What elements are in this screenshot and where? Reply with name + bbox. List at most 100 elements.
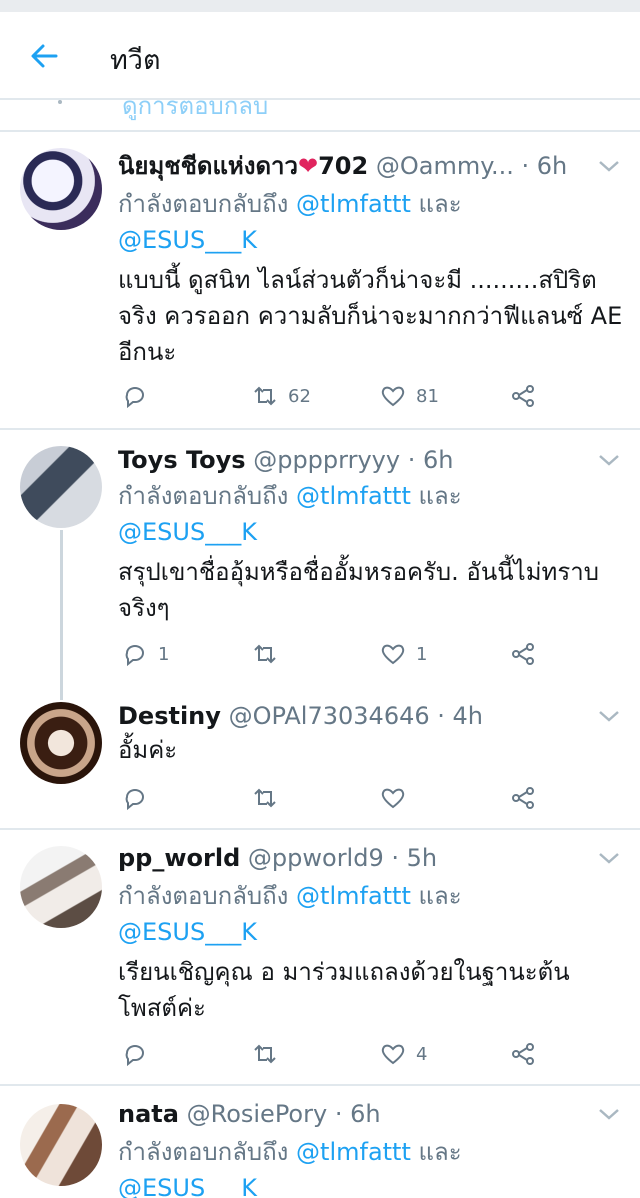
display-name[interactable]: pp_world	[118, 844, 240, 872]
tweet-header: Toys Toys @pppprryyy · 6h	[118, 444, 453, 476]
timestamp: · 6h	[334, 1100, 381, 1128]
like-button[interactable]: 1	[380, 636, 427, 672]
reply-icon	[125, 789, 144, 811]
retweet-count: 62	[288, 385, 311, 407]
share-icon	[512, 787, 534, 809]
reply-button[interactable]	[122, 1036, 158, 1072]
mention-link[interactable]: @tlmfattt	[296, 882, 411, 910]
back-arrow-icon[interactable]	[28, 40, 60, 72]
user-handle[interactable]: @ppworld9	[248, 844, 384, 872]
like-count: 4	[416, 1043, 428, 1065]
retweet-button[interactable]	[252, 1036, 288, 1072]
display-name[interactable]: Destiny	[118, 702, 221, 730]
user-handle[interactable]: @pppprryyy	[253, 446, 400, 474]
display-name[interactable]: nata	[118, 1100, 179, 1128]
heart-icon	[381, 788, 405, 809]
mention-link[interactable]: @tlmfattt	[296, 482, 411, 510]
heart-icon	[381, 1044, 405, 1065]
retweet-icon	[254, 644, 276, 664]
tweet-text: อั้มค่ะ	[118, 736, 178, 764]
tweet-actions	[118, 780, 618, 816]
display-name-suffix: 702	[318, 152, 369, 180]
tweet-item[interactable]: pp_world @ppworld9 · 5h กำลังตอบกลับถึง …	[0, 830, 640, 1082]
share-button[interactable]	[510, 636, 536, 672]
tweet-item[interactable]: nata @RosiePory · 6h กำลังตอบกลับถึง @tl…	[0, 1086, 640, 1198]
reply-button[interactable]	[122, 378, 158, 414]
reply-icon	[125, 1045, 144, 1067]
mention-link[interactable]: @tlmfattt	[296, 1138, 411, 1166]
tweet-actions: 1 1	[118, 636, 618, 672]
display-name[interactable]: นิยมุชชีดแห่งดาว	[118, 152, 298, 180]
share-icon	[512, 643, 534, 665]
like-button[interactable]	[380, 780, 416, 816]
tweet-text: เรียนเชิญคุณ อ มาร่วมแถลงด้วยในฐานะต้นโพ…	[118, 958, 570, 1022]
tweet-item[interactable]: Toys Toys @pppprryyy · 6h กำลังตอบกลับถึ…	[0, 430, 640, 680]
tweet-actions: 4	[118, 1036, 618, 1072]
share-button[interactable]	[510, 378, 536, 414]
tweet-header: pp_world @ppworld9 · 5h	[118, 842, 437, 874]
status-bar	[0, 0, 640, 12]
retweet-icon	[254, 1044, 276, 1064]
retweet-button[interactable]	[252, 780, 288, 816]
avatar[interactable]	[20, 702, 102, 784]
partial-previous-row[interactable]: ดูการตอบกลับ	[0, 100, 640, 130]
avatar[interactable]	[20, 846, 102, 928]
tweet-header: nata @RosiePory · 6h	[118, 1098, 381, 1130]
mention-link[interactable]: @tlmfattt	[296, 190, 411, 218]
timestamp: · 6h	[521, 152, 568, 180]
page-title: ทวีต	[110, 45, 161, 76]
mention-link[interactable]: @ESUS___K	[118, 918, 257, 946]
share-button[interactable]	[510, 780, 536, 816]
mention-link[interactable]: @ESUS___K	[118, 226, 257, 254]
share-icon	[512, 1043, 534, 1065]
tweet-actions: 62 81	[118, 378, 618, 414]
heart-icon	[381, 386, 405, 407]
heart-emoji-icon: ❤	[298, 152, 319, 180]
show-replies-link[interactable]: ดูการตอบกลับ	[122, 100, 268, 125]
reply-context: กำลังตอบกลับถึง @tlmfattt และ @ESUS___K	[118, 190, 462, 254]
top-app-bar: ทวีต	[0, 12, 640, 100]
tweet-text: สรุปเขาชื่ออุ้มหรือชื่ออั้มหรอครับ. อันน…	[118, 558, 599, 622]
chevron-down-icon[interactable]	[596, 706, 622, 726]
reply-icon	[125, 387, 144, 409]
chevron-down-icon[interactable]	[596, 1104, 622, 1124]
reply-button[interactable]	[122, 780, 158, 816]
retweet-icon	[254, 386, 276, 406]
timestamp: · 5h	[391, 844, 438, 872]
like-button[interactable]: 81	[380, 378, 439, 414]
retweet-button[interactable]: 62	[252, 378, 311, 414]
user-handle[interactable]: @Oammy...	[376, 152, 514, 180]
timestamp: · 4h	[437, 702, 484, 730]
tweet-header: Destiny @OPAl73034646 · 4h	[118, 700, 483, 732]
reply-context: กำลังตอบกลับถึง @tlmfattt และ @ESUS___K	[118, 882, 462, 946]
retweet-icon	[254, 788, 276, 808]
avatar[interactable]	[20, 148, 102, 230]
chevron-down-icon[interactable]	[596, 156, 622, 176]
mention-link[interactable]: @ESUS___K	[118, 1174, 257, 1198]
reply-icon	[125, 645, 144, 667]
user-handle[interactable]: @OPAl73034646	[229, 702, 430, 730]
thread-dot	[58, 100, 62, 104]
timestamp: · 6h	[407, 446, 454, 474]
tweet-item[interactable]: นิยมุชชีดแห่งดาว❤702 @Oammy... · 6h กำลั…	[0, 132, 640, 430]
reply-count: 1	[158, 643, 170, 665]
like-button[interactable]: 4	[380, 1036, 427, 1072]
share-button[interactable]	[510, 1036, 536, 1072]
like-count: 81	[416, 385, 439, 407]
mention-link[interactable]: @ESUS___K	[118, 518, 257, 546]
chevron-down-icon[interactable]	[596, 848, 622, 868]
display-name[interactable]: Toys Toys	[118, 446, 246, 474]
tweet-item[interactable]: Destiny @OPAl73034646 · 4h อั้มค่ะ	[0, 690, 640, 826]
retweet-button[interactable]	[252, 636, 288, 672]
avatar[interactable]	[20, 1104, 102, 1186]
share-icon	[512, 385, 534, 407]
reply-button[interactable]: 1	[122, 636, 169, 672]
chevron-down-icon[interactable]	[596, 450, 622, 470]
avatar[interactable]	[20, 446, 102, 528]
heart-icon	[381, 644, 405, 665]
tweet-header: นิยมุชชีดแห่งดาว❤702 @Oammy... · 6h	[118, 150, 567, 182]
like-count: 1	[416, 643, 428, 665]
tweet-text: แบบนี้ ดูสนิท ไลน์ส่วนตัวก็น่าจะมี .....…	[118, 266, 623, 366]
reply-context: กำลังตอบกลับถึง @tlmfattt และ @ESUS___K	[118, 1134, 618, 1198]
user-handle[interactable]: @RosiePory	[187, 1100, 328, 1128]
